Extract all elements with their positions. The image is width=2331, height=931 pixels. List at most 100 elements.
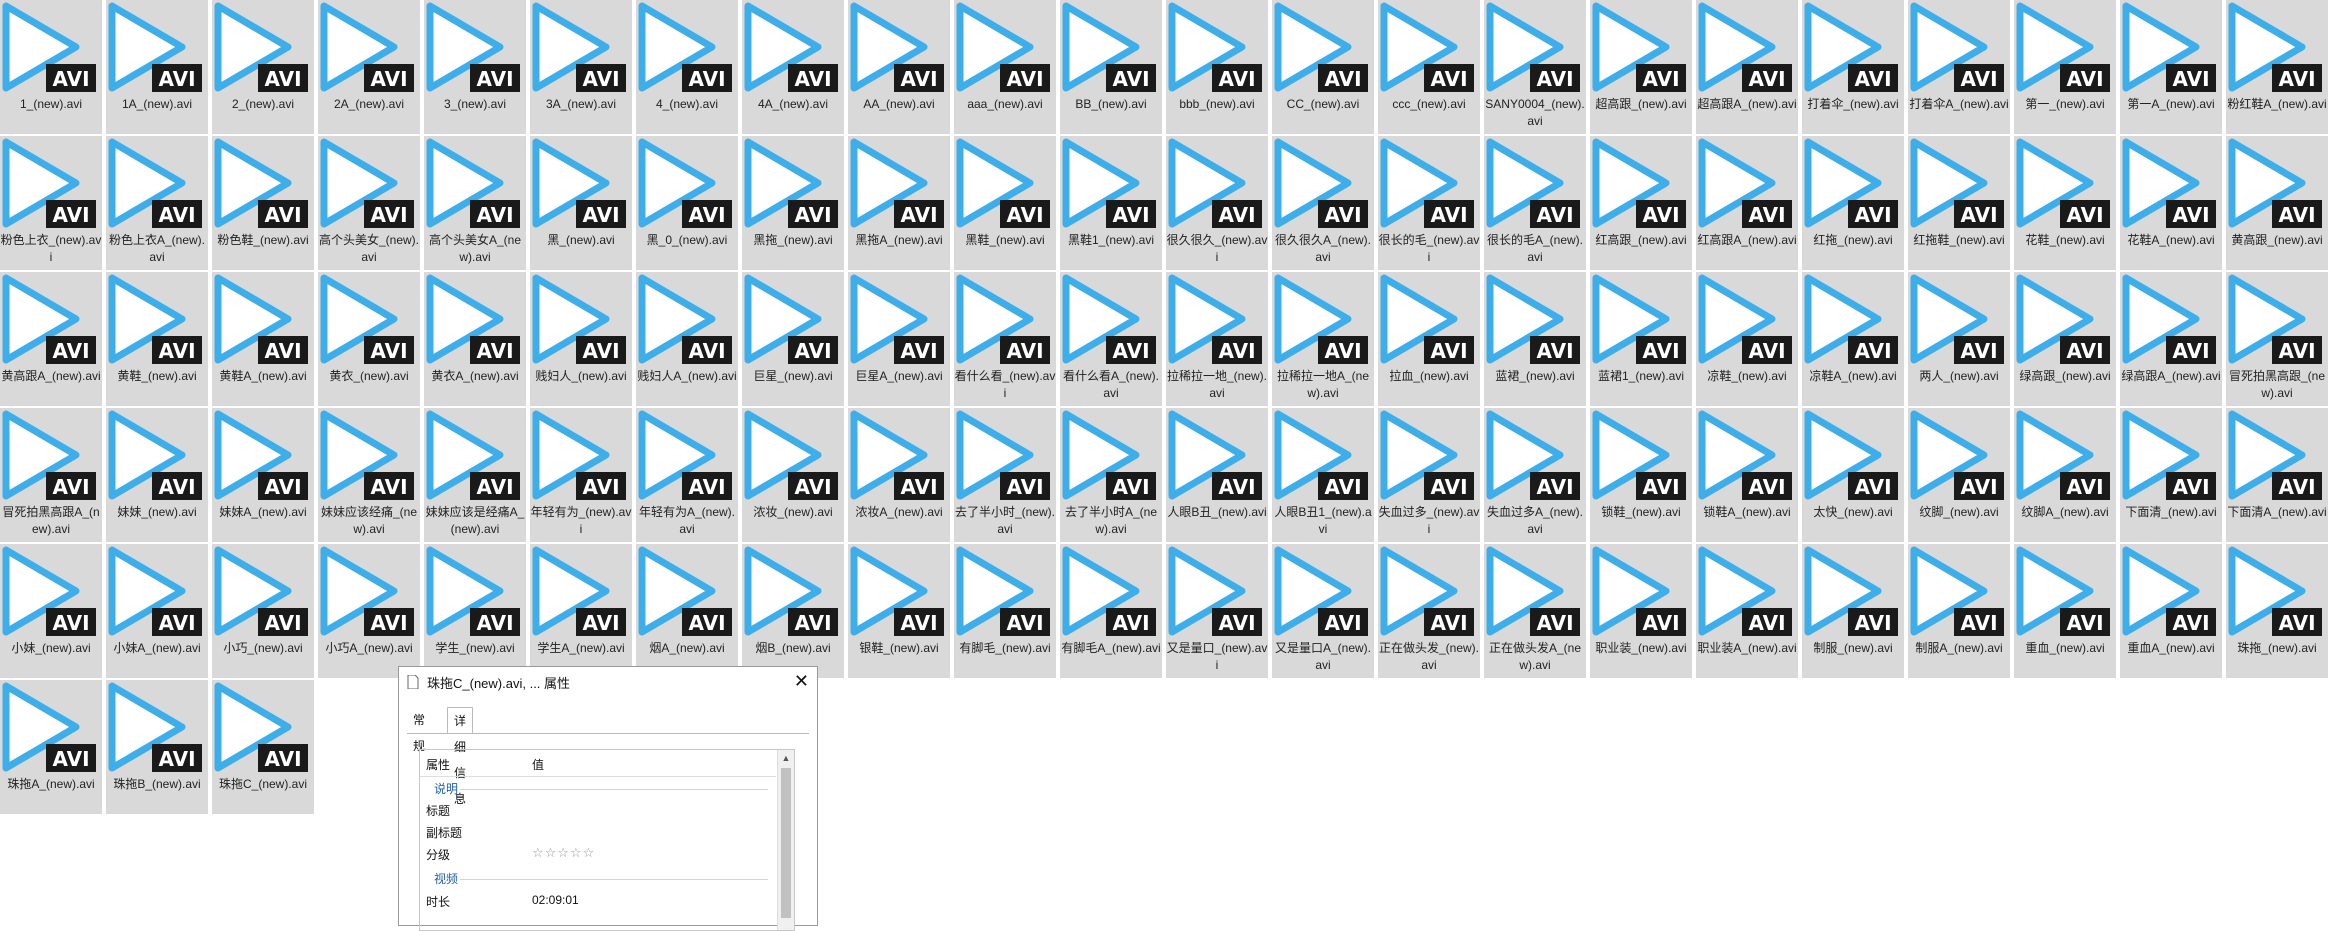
file-item[interactable]: AVI 人眼B丑_(new).avi — [1166, 408, 1268, 542]
property-subtitle[interactable]: 副标题 — [426, 824, 462, 841]
file-item[interactable]: AVI 失血过多A_(new).avi — [1484, 408, 1586, 542]
file-item[interactable]: AVI 职业装A_(new).avi — [1696, 544, 1798, 678]
property-duration[interactable]: 时长 — [426, 893, 450, 910]
file-item[interactable]: AVI 黑拖A_(new).avi — [848, 136, 950, 270]
file-item[interactable]: AVI 银鞋_(new).avi — [848, 544, 950, 678]
file-item[interactable]: AVI 年轻有为A_(new).avi — [636, 408, 738, 542]
file-item[interactable]: AVI 2_(new).avi — [212, 0, 314, 134]
scroll-up-icon[interactable]: ▲ — [778, 750, 794, 766]
file-item[interactable]: AVI 妹妹_(new).avi — [106, 408, 208, 542]
file-item[interactable]: AVI 拉稀拉一地_(new).avi — [1166, 272, 1268, 406]
file-item[interactable]: AVI 冒死拍黑高跟A_(new).avi — [0, 408, 102, 542]
file-item[interactable]: AVI 下面清A_(new).avi — [2226, 408, 2328, 542]
file-item[interactable]: AVI 下面清_(new).avi — [2120, 408, 2222, 542]
file-item[interactable]: AVI 学生A_(new).avi — [530, 544, 632, 678]
file-item[interactable]: AVI 粉色上衣_(new).avi — [0, 136, 102, 270]
file-item[interactable]: AVI 黄高跟_(new).avi — [2226, 136, 2328, 270]
file-item[interactable]: AVI 妹妹A_(new).avi — [212, 408, 314, 542]
file-item[interactable]: AVI 很长的毛A_(new).avi — [1484, 136, 1586, 270]
file-item[interactable]: AVI 黄衣A_(new).avi — [424, 272, 526, 406]
file-item[interactable]: AVI 珠拖_(new).avi — [2226, 544, 2328, 678]
file-item[interactable]: AVI 有脚毛A_(new).avi — [1060, 544, 1162, 678]
property-rating[interactable]: 分级 — [426, 846, 450, 863]
file-item[interactable]: AVI AA_(new).avi — [848, 0, 950, 134]
file-item[interactable]: AVI CC_(new).avi — [1272, 0, 1374, 134]
file-item[interactable]: AVI 纹脚A_(new).avi — [2014, 408, 2116, 542]
file-item[interactable]: AVI 贱妇人_(new).avi — [530, 272, 632, 406]
file-item[interactable]: AVI 巨星_(new).avi — [742, 272, 844, 406]
file-item[interactable]: AVI 制服A_(new).avi — [1908, 544, 2010, 678]
file-item[interactable]: AVI 纹脚_(new).avi — [1908, 408, 2010, 542]
file-item[interactable]: AVI 黑_0_(new).avi — [636, 136, 738, 270]
file-item[interactable]: AVI 巨星A_(new).avi — [848, 272, 950, 406]
file-item[interactable]: AVI 又是量口A_(new).avi — [1272, 544, 1374, 678]
file-item[interactable]: AVI 有脚毛_(new).avi — [954, 544, 1056, 678]
file-item[interactable]: AVI 失血过多_(new).avi — [1378, 408, 1480, 542]
file-item[interactable]: AVI 黑拖_(new).avi — [742, 136, 844, 270]
file-item[interactable]: AVI 黄鞋_(new).avi — [106, 272, 208, 406]
file-item[interactable]: AVI 人眼B丑1_(new).avi — [1272, 408, 1374, 542]
file-item[interactable]: AVI 黄衣_(new).avi — [318, 272, 420, 406]
file-item[interactable]: AVI 红拖_(new).avi — [1802, 136, 1904, 270]
file-item[interactable]: AVI 1_(new).avi — [0, 0, 102, 134]
file-item[interactable]: AVI 制服_(new).avi — [1802, 544, 1904, 678]
file-item[interactable]: AVI 超高跟A_(new).avi — [1696, 0, 1798, 134]
dialog-titlebar[interactable]: 珠拖C_(new).avi, ... 属性 ✕ — [399, 667, 817, 697]
scrollbar[interactable]: ▲ — [777, 750, 794, 930]
file-item[interactable]: AVI 正在做头发_(new).avi — [1378, 544, 1480, 678]
file-item[interactable]: AVI 很久很久_(new).avi — [1166, 136, 1268, 270]
file-item[interactable]: AVI 第一_(new).avi — [2014, 0, 2116, 134]
file-item[interactable]: AVI 小巧_(new).avi — [212, 544, 314, 678]
file-item[interactable]: AVI 去了半小时A_(new).avi — [1060, 408, 1162, 542]
file-item[interactable]: AVI ccc_(new).avi — [1378, 0, 1480, 134]
file-item[interactable]: AVI 黑_(new).avi — [530, 136, 632, 270]
file-item[interactable]: AVI 花鞋_(new).avi — [2014, 136, 2116, 270]
close-icon[interactable]: ✕ — [794, 671, 809, 692]
file-item[interactable]: AVI 小妹A_(new).avi — [106, 544, 208, 678]
file-item[interactable]: AVI 凉鞋A_(new).avi — [1802, 272, 1904, 406]
file-item[interactable]: AVI 3_(new).avi — [424, 0, 526, 134]
file-item[interactable]: AVI 浓妆A_(new).avi — [848, 408, 950, 542]
file-item[interactable]: AVI 粉色上衣A_(new).avi — [106, 136, 208, 270]
file-item[interactable]: AVI 第一A_(new).avi — [2120, 0, 2222, 134]
column-header-value[interactable]: 值 — [532, 756, 544, 773]
rating-stars[interactable]: ☆☆☆☆☆ — [532, 845, 595, 861]
property-title[interactable]: 标题 — [426, 802, 450, 819]
file-item[interactable]: AVI 年轻有为_(new).avi — [530, 408, 632, 542]
file-item[interactable]: AVI 小妹_(new).avi — [0, 544, 102, 678]
file-item[interactable]: AVI 拉血_(new).avi — [1378, 272, 1480, 406]
file-item[interactable]: AVI 绿高跟_(new).avi — [2014, 272, 2116, 406]
file-item[interactable]: AVI 拉稀拉一地A_(new).avi — [1272, 272, 1374, 406]
file-item[interactable]: AVI 黄鞋A_(new).avi — [212, 272, 314, 406]
file-item[interactable]: AVI aaa_(new).avi — [954, 0, 1056, 134]
file-item[interactable]: AVI 高个头美女_(new).avi — [318, 136, 420, 270]
file-item[interactable]: AVI 很长的毛_(new).avi — [1378, 136, 1480, 270]
file-item[interactable]: AVI 2A_(new).avi — [318, 0, 420, 134]
file-item[interactable]: AVI BB_(new).avi — [1060, 0, 1162, 134]
file-item[interactable]: AVI 蓝裙_(new).avi — [1484, 272, 1586, 406]
file-item[interactable]: AVI 高个头美女A_(new).avi — [424, 136, 526, 270]
column-header-property[interactable]: 属性 — [426, 756, 450, 773]
file-item[interactable]: AVI 去了半小时_(new).avi — [954, 408, 1056, 542]
file-item[interactable]: AVI 妹妹应该是经痛A_(new).avi — [424, 408, 526, 542]
file-item[interactable]: AVI 3A_(new).avi — [530, 0, 632, 134]
file-item[interactable]: AVI 凉鞋_(new).avi — [1696, 272, 1798, 406]
file-item[interactable]: AVI 看什么看A_(new).avi — [1060, 272, 1162, 406]
file-item[interactable]: AVI 两人_(new).avi — [1908, 272, 2010, 406]
file-item[interactable]: AVI 正在做头发A_(new).avi — [1484, 544, 1586, 678]
file-item[interactable]: AVI 学生_(new).avi — [424, 544, 526, 678]
file-item[interactable]: AVI 重血_(new).avi — [2014, 544, 2116, 678]
file-item[interactable]: AVI 黑鞋_(new).avi — [954, 136, 1056, 270]
file-item[interactable]: AVI 绿高跟A_(new).avi — [2120, 272, 2222, 406]
file-item[interactable]: AVI 红高跟A_(new).avi — [1696, 136, 1798, 270]
file-item[interactable]: AVI 锁鞋A_(new).avi — [1696, 408, 1798, 542]
file-item[interactable]: AVI 重血A_(new).avi — [2120, 544, 2222, 678]
file-item[interactable]: AVI 珠拖C_(new).avi — [212, 680, 314, 814]
file-item[interactable]: AVI SANY0004_(new).avi — [1484, 0, 1586, 134]
file-item[interactable]: AVI 1A_(new).avi — [106, 0, 208, 134]
file-item[interactable]: AVI 妹妹应该经痛_(new).avi — [318, 408, 420, 542]
file-item[interactable]: AVI 黄高跟A_(new).avi — [0, 272, 102, 406]
file-item[interactable]: AVI 4A_(new).avi — [742, 0, 844, 134]
file-item[interactable]: AVI 红拖鞋_(new).avi — [1908, 136, 2010, 270]
file-item[interactable]: AVI 贱妇人A_(new).avi — [636, 272, 738, 406]
